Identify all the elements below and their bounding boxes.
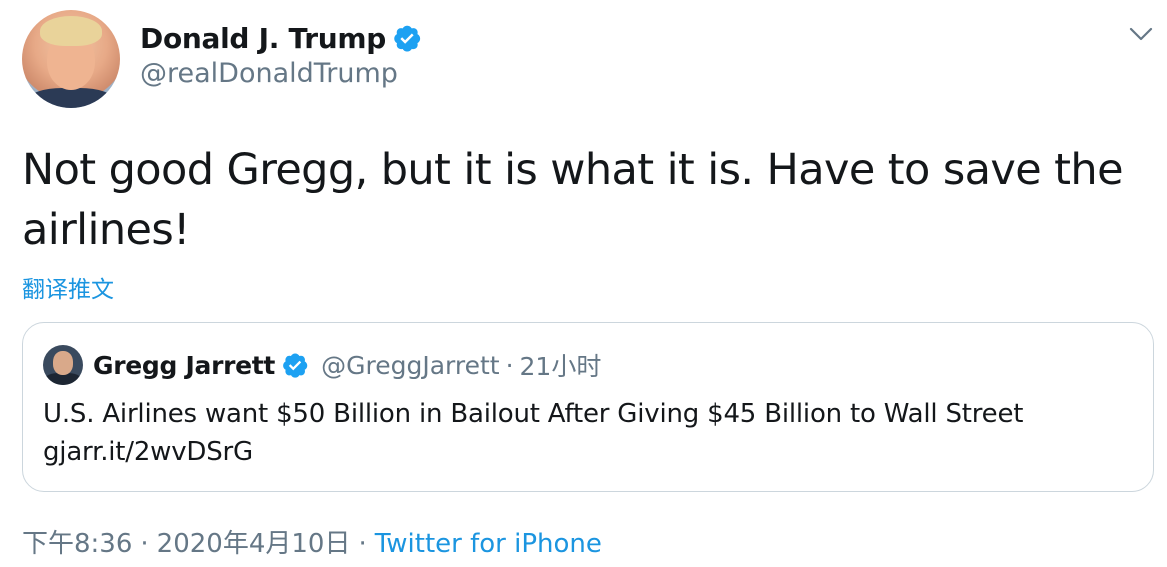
- quoted-avatar-face: [53, 351, 73, 375]
- quoted-tweet-header: Gregg Jarrett @GreggJarrett · 21小时: [93, 345, 601, 385]
- quoted-author-handle: @GreggJarrett: [321, 350, 500, 380]
- author-avatar[interactable]: [22, 10, 120, 108]
- quoted-tweet-text: U.S. Airlines want $50 Billion in Bailou…: [43, 399, 1024, 467]
- verified-badge-icon: [283, 353, 308, 378]
- author-name-row[interactable]: Donald J. Trump: [140, 18, 422, 58]
- tweet-card: Donald J. Trump @realDonaldTrump Not goo…: [0, 0, 1167, 567]
- chevron-down-icon[interactable]: [1128, 24, 1154, 44]
- quoted-author-display-name: Gregg Jarrett: [93, 350, 276, 380]
- tweet-source-link[interactable]: Twitter for iPhone: [375, 529, 602, 559]
- verified-badge-icon: [394, 25, 421, 52]
- author-handle[interactable]: @realDonaldTrump: [140, 58, 398, 89]
- avatar-suit: [28, 88, 114, 108]
- quoted-tweet-time: 21小时: [519, 352, 602, 381]
- meta-separator: ·: [358, 529, 367, 559]
- quoted-separator: ·: [505, 350, 514, 380]
- meta-separator: ·: [140, 529, 149, 559]
- tweet-time[interactable]: 下午8:36: [22, 529, 132, 559]
- author-display-name[interactable]: Donald J. Trump: [140, 22, 386, 55]
- quoted-author-avatar: [43, 345, 83, 385]
- tweet-date[interactable]: 2020年4月10日: [157, 529, 351, 559]
- quoted-tweet[interactable]: Gregg Jarrett @GreggJarrett · 21小时 U.S. …: [22, 322, 1154, 492]
- tweet-text: Not good Gregg, but it is what it is. Ha…: [22, 145, 1124, 255]
- translate-tweet-link[interactable]: 翻译推文: [22, 270, 114, 304]
- avatar-hair: [40, 16, 102, 46]
- tweet-meta: 下午8:36 · 2020年4月10日 · Twitter for iPhone: [22, 523, 602, 560]
